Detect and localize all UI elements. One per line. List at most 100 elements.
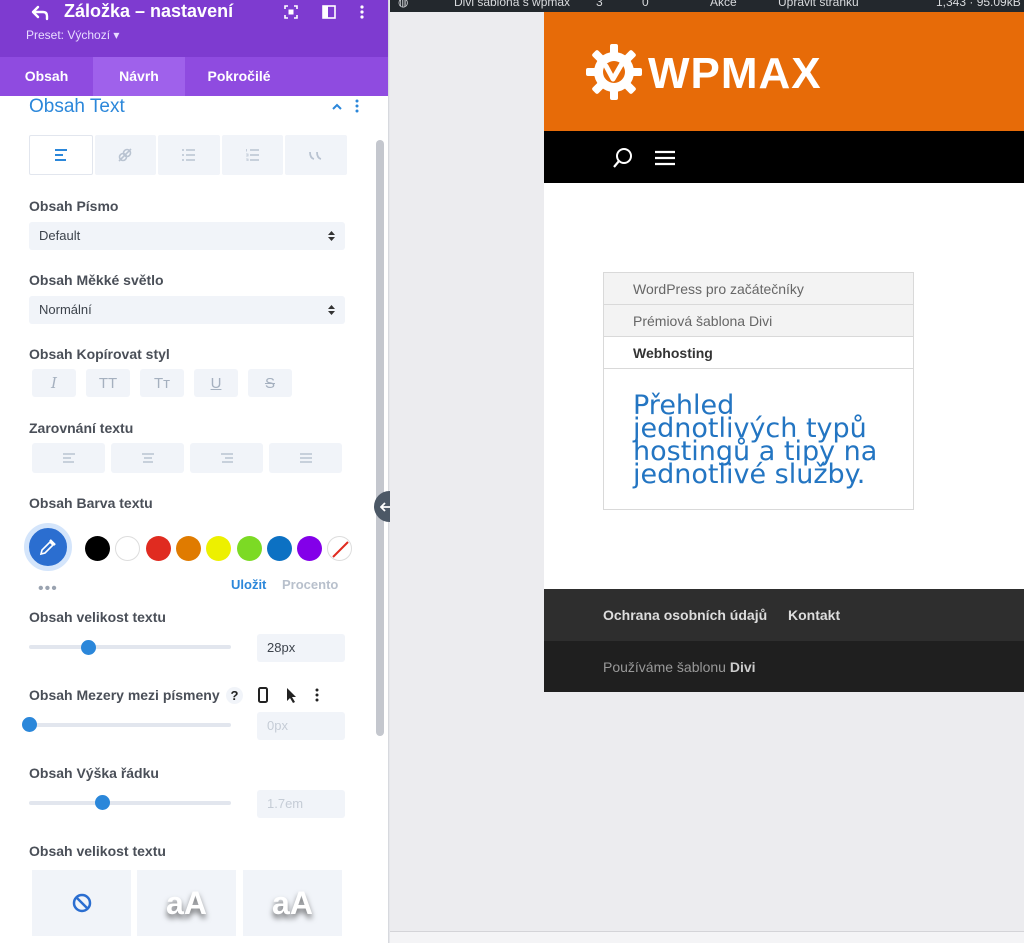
back-arrow-icon[interactable] [30,3,50,23]
shadow-none-option[interactable] [32,870,131,936]
fullscreen-icon[interactable] [281,2,301,22]
color-swatch[interactable] [145,536,171,561]
subtab-quote[interactable] [285,135,347,175]
credit-text: Používáme šablonu [603,659,730,675]
link-icon [118,148,132,162]
color-swatch[interactable] [236,536,262,561]
spacing-slider-track[interactable] [29,723,231,727]
tab-title-divi[interactable]: Prémiová šablona Divi [604,305,913,337]
tab-content-text: Přehled jednotlivých typů hostingů a tip… [633,390,878,490]
color-swatch[interactable] [266,536,292,561]
tab-advanced[interactable]: Pokročilé [185,57,293,96]
preset-dropdown[interactable]: Preset: Výchozí ▾ [26,28,119,42]
lineheight-input[interactable]: 1.7em [257,790,345,818]
font-select[interactable]: Default [29,222,345,250]
select-arrows-icon [328,231,335,241]
shadow-option-2[interactable]: aA [243,870,342,936]
tab-design[interactable]: Návrh [93,57,185,96]
spacing-label: Obsah Mezery mezi písmeny [29,687,220,703]
align-center-button[interactable] [111,443,184,473]
align-right-button[interactable] [190,443,263,473]
app-root: Záložka – nastavení Preset: Výchozí ▾ Ob… [0,0,1024,943]
color-swatch[interactable] [297,536,323,561]
section-menu-icon[interactable] [355,99,363,115]
size-label: Obsah velikost textu [29,609,166,625]
lineheight-slider-track[interactable] [29,801,231,805]
weight-select-value: Normální [39,302,92,317]
color-swatch[interactable] [206,536,232,561]
subtab-ul[interactable] [158,135,220,175]
site-logo-text[interactable]: WPMAX [648,49,822,99]
hamburger-menu-icon[interactable] [654,150,676,166]
field-menu-icon[interactable] [315,688,323,704]
color-swatch[interactable] [115,536,141,561]
site-frame: WPMAX WordPress pro začátečníky Prémiová… [544,12,1024,692]
save-color-link[interactable]: Uložit [231,577,266,592]
split-view-icon[interactable] [319,2,339,22]
shadow-label: Obsah velikost textu [29,843,166,859]
lineheight-label: Obsah Výška řádku [29,765,159,781]
credit-theme-link[interactable]: Divi [730,659,756,675]
size-slider-track[interactable] [29,645,231,649]
panel-scrollbar[interactable] [376,140,384,736]
align-center-icon [141,453,154,463]
capitalize-button[interactable]: Tт [140,369,184,397]
align-buttons [32,443,342,473]
more-options-icon[interactable] [352,2,372,22]
align-justify-icon [299,453,312,463]
align-left-button[interactable] [32,443,105,473]
color-swatch[interactable] [85,536,110,561]
tabs-module: WordPress pro začátečníky Prémiová šablo… [603,272,914,510]
new-menu[interactable]: Akce [710,0,737,9]
strikethrough-button[interactable]: S [248,369,292,397]
gear-logo-icon[interactable] [584,42,644,102]
section-title[interactable]: Obsah Text [29,96,125,118]
select-arrows-icon [328,305,335,315]
no-color-swatch[interactable] [327,536,352,561]
footer-link-contact[interactable]: Kontakt [788,607,840,623]
subtab-ol[interactable] [221,135,284,175]
underline-button[interactable]: U [194,369,238,397]
uppercase-button[interactable]: TT [86,369,130,397]
tab-content[interactable]: Obsah [0,57,93,96]
search-icon[interactable] [612,147,634,169]
size-input[interactable]: 28px [257,634,345,662]
wordpress-icon[interactable]: ◍ [398,0,408,9]
footer-link-privacy[interactable]: Ochrana osobních údajů [603,607,767,623]
subtab-link[interactable] [94,135,157,175]
eyedropper-icon [39,539,56,556]
color-label: Obsah Barva textu [29,495,153,511]
chevron-up-icon[interactable] [331,100,343,112]
text-align-icon [54,149,67,161]
weight-select[interactable]: Normální [29,296,345,324]
panel-header: Záložka – nastavení Preset: Výchozí ▾ [0,0,388,57]
tab-title-wordpress[interactable]: WordPress pro začátečníky [604,273,913,305]
spacing-slider-thumb[interactable] [22,717,37,732]
spacing-input[interactable]: 0px [257,712,345,740]
hover-cursor-icon[interactable] [284,687,298,704]
color-swatch[interactable] [175,536,201,561]
builder-bottom-bar [390,931,1024,943]
color-picker-button[interactable] [24,523,72,571]
help-icon[interactable]: ? [226,687,243,704]
size-slider-thumb[interactable] [80,640,96,655]
shadow-option-1[interactable]: aA [137,870,236,936]
subtab-text[interactable] [29,135,93,175]
site-header: WPMAX [544,12,1024,131]
footer-menu: Ochrana osobních údajů Kontakt [544,589,1024,641]
more-swatches-icon[interactable]: ••• [38,580,58,598]
admin-site-name[interactable]: Divi šablona s wpmax [454,0,570,9]
edit-page-link[interactable]: Upravit stránku [778,0,859,9]
settings-content: Obsah Text Obsah Písmo Default Obsah Měk… [0,96,375,943]
comments-count[interactable]: 0 [642,0,649,9]
percent-link[interactable]: Procento [282,577,338,592]
font-select-value: Default [39,228,81,243]
responsive-phone-icon[interactable] [256,687,270,704]
align-justify-button[interactable] [269,443,342,473]
updates-count[interactable]: 3 [596,0,603,9]
lineheight-slider-thumb[interactable] [94,795,110,810]
query-stats: 1,343 · 95.09kB [936,0,1021,9]
none-icon [72,893,91,913]
tab-title-webhosting[interactable]: Webhosting [604,337,913,369]
italic-button[interactable]: I [32,369,76,397]
